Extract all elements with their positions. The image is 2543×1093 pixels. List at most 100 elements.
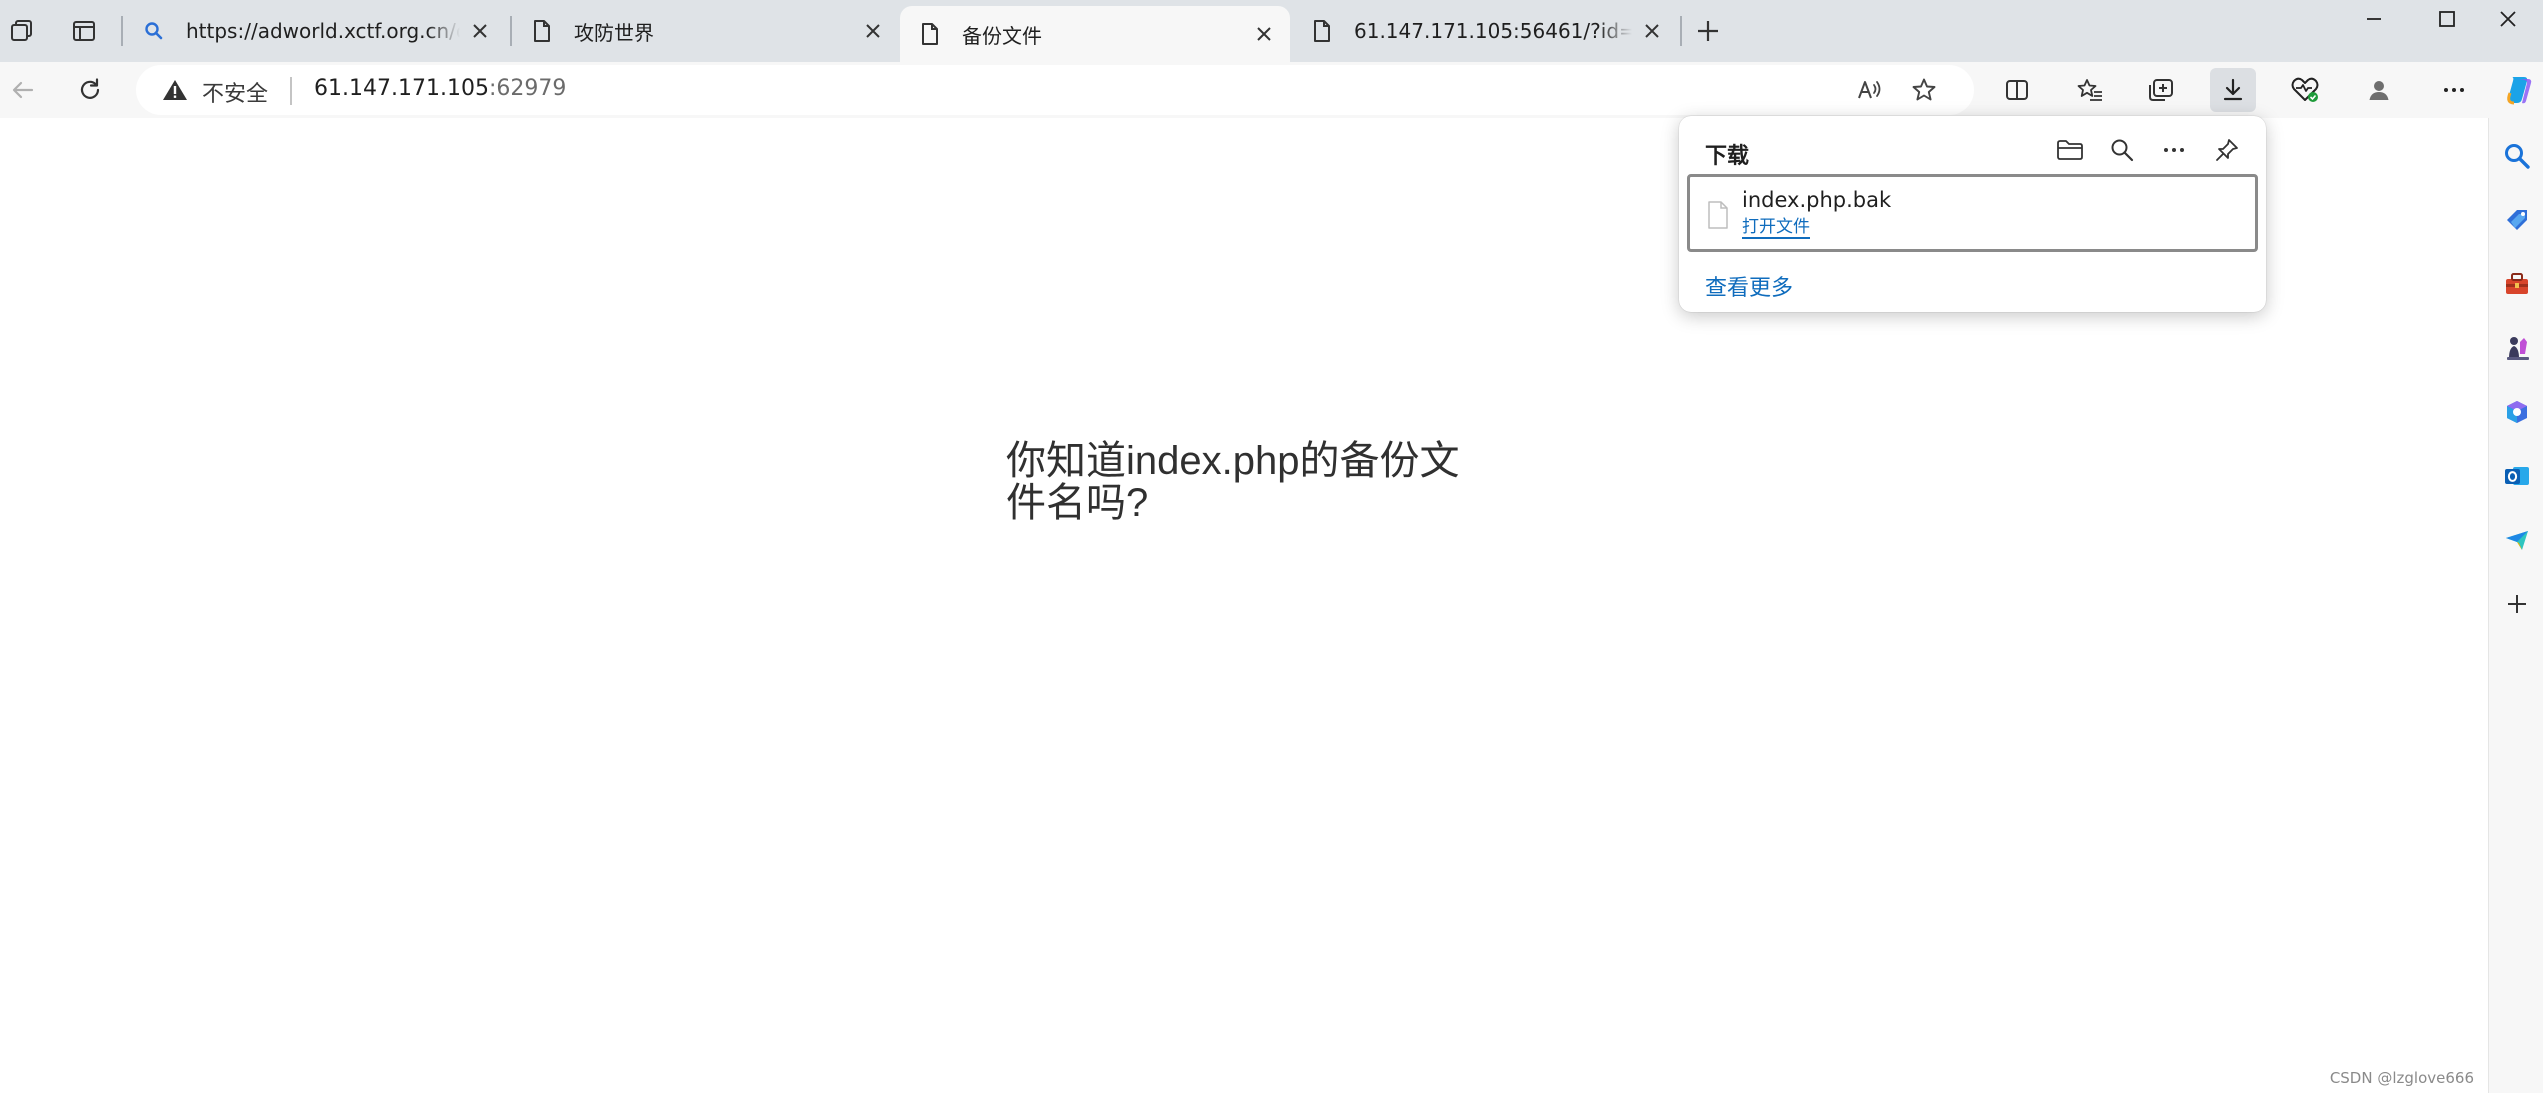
open-file-link[interactable]: 打开文件 <box>1742 217 1810 239</box>
new-tab-button[interactable] <box>1686 10 1730 52</box>
favorites-list-icon <box>2077 79 2102 101</box>
folder-icon <box>2057 140 2083 160</box>
favorite-star-button[interactable] <box>1904 71 1944 109</box>
more-dots-icon <box>2164 148 2184 152</box>
collections-button[interactable] <box>2138 68 2184 112</box>
send-plane-icon <box>2506 531 2528 550</box>
pin-icon <box>2216 139 2238 161</box>
downloads-button[interactable] <box>2210 68 2256 112</box>
tab-backup-file[interactable]: 备份文件 <box>900 6 1290 62</box>
split-screen-button[interactable] <box>1994 68 2040 112</box>
search-downloads-button[interactable] <box>2098 126 2146 174</box>
address-divider <box>290 77 292 105</box>
tab-title: 61.147.171.105:56461/?id=%256 <box>1354 19 1632 43</box>
tab-title: 攻防世界 <box>574 20 654 45</box>
downloads-title: 下载 <box>1705 144 1750 169</box>
tab-separator <box>1680 16 1682 46</box>
refresh-button[interactable] <box>67 68 113 112</box>
tab-id-query[interactable]: 61.147.171.105:56461/?id=%256 <box>1292 6 1678 56</box>
download-icon <box>2223 78 2243 101</box>
sidebar-games-button[interactable] <box>2497 328 2537 368</box>
search-icon <box>2505 144 2530 169</box>
tab-separator <box>121 16 123 46</box>
page-icon <box>530 19 554 43</box>
close-tab-button[interactable] <box>859 17 887 45</box>
workspaces-button[interactable] <box>0 10 44 52</box>
see-more-link[interactable]: 查看更多 <box>1705 270 1793 302</box>
outlook-icon <box>2505 467 2529 485</box>
close-icon <box>2500 11 2516 27</box>
refresh-icon <box>80 78 100 99</box>
sidebar-tools-button[interactable] <box>2497 264 2537 304</box>
sidebar-search-button[interactable] <box>2497 136 2537 176</box>
shopping-tag-icon <box>2507 210 2527 230</box>
close-tab-button[interactable] <box>1250 20 1278 48</box>
open-downloads-folder-button[interactable] <box>2046 126 2094 174</box>
page-heading: 你知道index.php的备份文件名吗? <box>1006 439 1460 525</box>
microsoft365-icon <box>2507 401 2527 423</box>
collections-icon <box>2149 79 2173 101</box>
download-item[interactable]: index.php.bak 打开文件 <box>1687 174 2258 252</box>
profile-button[interactable] <box>2356 68 2402 112</box>
downloads-flyout: 下载 index.php.bak 打开文件 查看更多 <box>1679 116 2266 312</box>
copilot-icon <box>2507 77 2532 105</box>
close-icon <box>1257 27 1271 41</box>
tab-title: https://adworld.xctf.org.cn/challe <box>186 19 460 43</box>
favorites-button[interactable] <box>2067 68 2113 112</box>
tab-gongfang[interactable]: 攻防世界 <box>512 6 899 56</box>
read-aloud-button[interactable] <box>1850 71 1890 109</box>
chess-piece-icon <box>2507 337 2529 360</box>
url-host: 61.147.171.105 <box>314 76 489 101</box>
sidebar-outlook-button[interactable] <box>2497 456 2537 496</box>
toolbar: 不安全 61.147.171.105:62979 <box>0 62 2543 118</box>
tab-strip: https://adworld.xctf.org.cn/challe 攻防世界 … <box>0 0 2543 62</box>
page-icon <box>1310 19 1334 43</box>
minimize-icon <box>2367 18 2381 20</box>
page-icon <box>918 22 942 46</box>
workspaces-icon <box>11 20 32 41</box>
tab-actions-button[interactable] <box>62 10 106 52</box>
address-bar[interactable]: 不安全 61.147.171.105:62979 <box>136 65 1974 115</box>
download-filename: index.php.bak <box>1742 188 1892 212</box>
search-icon <box>142 19 166 43</box>
back-button[interactable] <box>0 68 46 112</box>
close-window-button[interactable] <box>2473 0 2543 38</box>
heart-pulse-icon <box>2291 77 2319 102</box>
more-dots-icon <box>2444 88 2464 92</box>
toolbox-icon <box>2506 273 2528 294</box>
settings-more-button[interactable] <box>2431 68 2477 112</box>
read-aloud-icon <box>1858 81 1881 99</box>
sidebar-microsoft365-button[interactable] <box>2497 392 2537 432</box>
close-icon <box>866 24 880 38</box>
search-icon <box>2111 139 2134 162</box>
url-port: :62979 <box>488 76 567 101</box>
file-icon <box>1708 201 1728 229</box>
sidebar-drop-button[interactable] <box>2497 520 2537 560</box>
tab-actions-icon <box>73 21 95 41</box>
close-icon <box>1645 24 1659 38</box>
sidebar-shopping-button[interactable] <box>2497 200 2537 240</box>
tab-title: 备份文件 <box>962 23 1042 48</box>
watermark-text: CSDN @lzglove666 <box>2329 1069 2474 1087</box>
browser-essentials-button[interactable] <box>2282 68 2328 112</box>
warning-icon <box>163 80 187 100</box>
copilot-button[interactable] <box>2496 68 2542 112</box>
maximize-icon <box>2439 11 2455 27</box>
tab-adworld[interactable]: https://adworld.xctf.org.cn/challe <box>124 6 506 56</box>
plus-icon <box>1698 21 1718 41</box>
back-arrow-icon <box>12 81 34 99</box>
plus-icon <box>2508 595 2526 613</box>
pin-downloads-button[interactable] <box>2203 126 2251 174</box>
security-label[interactable]: 不安全 <box>202 76 268 108</box>
right-sidebar <box>2488 118 2543 1093</box>
downloads-more-options-button[interactable] <box>2150 126 2198 174</box>
url-text[interactable]: 61.147.171.105:62979 <box>314 76 566 101</box>
close-tab-button[interactable] <box>1638 17 1666 45</box>
avatar-icon <box>2369 81 2389 100</box>
star-icon <box>1912 78 1936 101</box>
sidebar-add-button[interactable] <box>2497 584 2537 624</box>
maximize-button[interactable] <box>2412 0 2482 38</box>
split-screen-icon <box>2006 80 2028 100</box>
close-tab-button[interactable] <box>466 17 494 45</box>
minimize-button[interactable] <box>2339 0 2409 38</box>
